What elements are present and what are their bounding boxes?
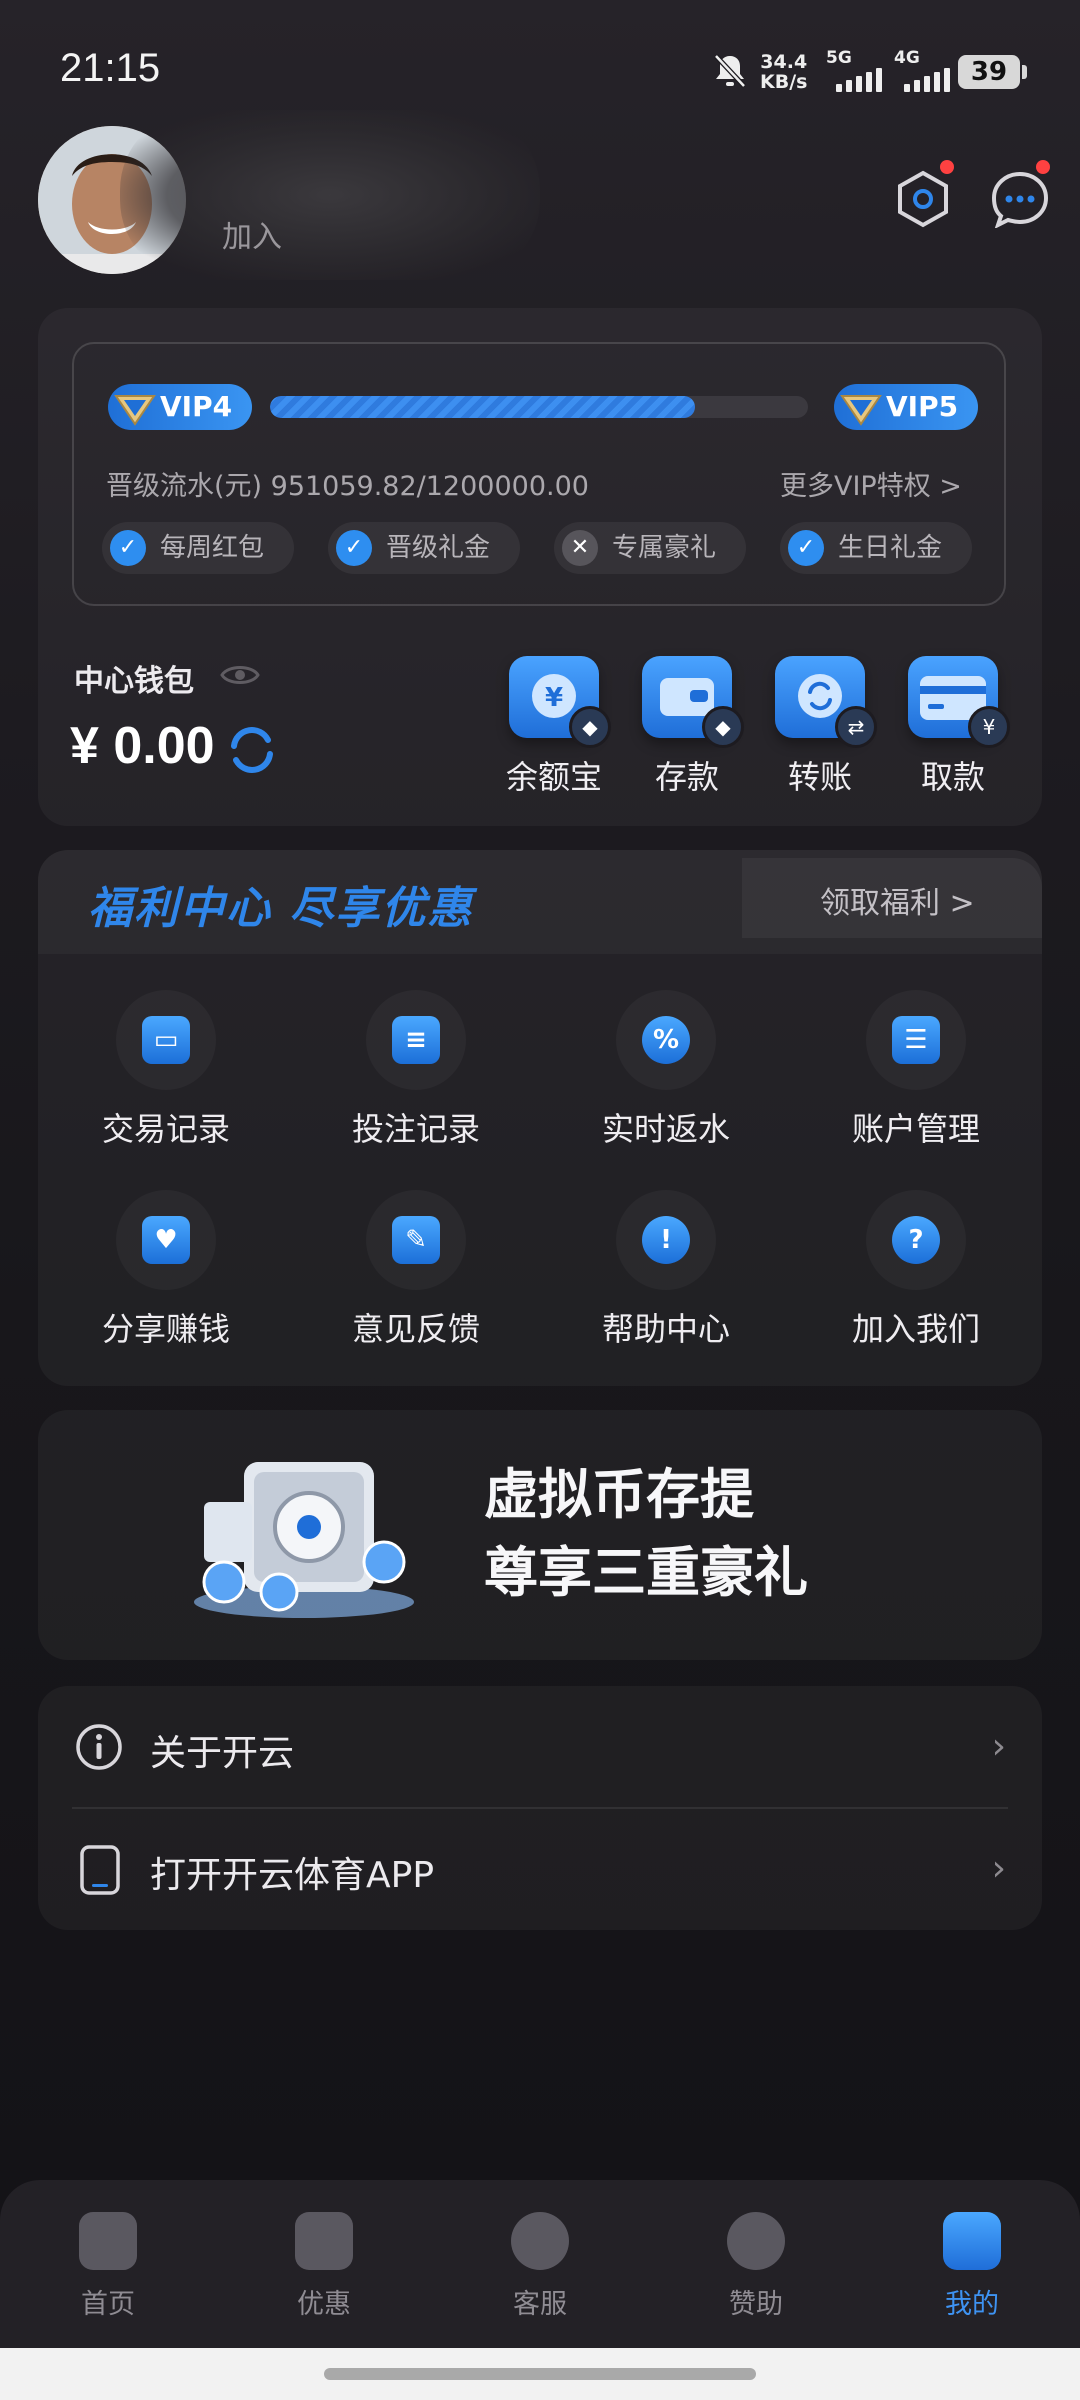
headset-icon bbox=[511, 2212, 569, 2270]
perk-birthday-bonus: ✓ 生日礼金 bbox=[780, 522, 972, 574]
vip-progress-bar bbox=[270, 396, 808, 418]
wallet-yuebao-button[interactable]: ¥ ◆ 余额宝 bbox=[495, 656, 613, 798]
safe-illustration bbox=[184, 1452, 424, 1626]
cross-icon: ✕ bbox=[562, 530, 598, 566]
grid-realtime-rebate[interactable]: % 实时返水 bbox=[576, 990, 756, 1150]
grid-transaction-records[interactable]: ▭ 交易记录 bbox=[76, 990, 256, 1150]
yuan-icon: ¥ bbox=[968, 706, 1010, 748]
perk-weekly-redpacket: ✓ 每周红包 bbox=[102, 522, 294, 574]
vip-next-badge: VIP5 bbox=[834, 384, 978, 430]
id-card-icon: ☰ bbox=[892, 1016, 940, 1064]
chat-bubble-icon bbox=[991, 171, 1049, 229]
home-icon bbox=[79, 2212, 137, 2270]
grid-join-us[interactable]: ? 加入我们 bbox=[826, 1190, 1006, 1350]
check-icon: ✓ bbox=[336, 530, 372, 566]
diamond-icon: ◆ bbox=[702, 706, 744, 748]
wallet-transfer-button[interactable]: ⇄ 转账 bbox=[761, 656, 879, 798]
chevron-right-icon: › bbox=[991, 1726, 1006, 1767]
grid-bet-records[interactable]: ≡ 投注记录 bbox=[326, 990, 506, 1150]
vip-diamond-icon bbox=[114, 395, 156, 426]
open-app-row[interactable]: 打开开云体育APP › bbox=[38, 1808, 1042, 1930]
percent-badge-icon: % bbox=[642, 1016, 690, 1064]
wallet-balance: ¥ 0.00 bbox=[70, 717, 215, 775]
more-vip-link[interactable]: 更多VIP特权 > bbox=[780, 464, 962, 503]
svg-text:¥: ¥ bbox=[545, 683, 563, 713]
question-icon: ? bbox=[892, 1216, 940, 1264]
card-icon: ¥ bbox=[908, 656, 1010, 748]
status-time: 21:15 bbox=[60, 46, 161, 90]
medal-icon bbox=[727, 2212, 785, 2270]
info-icon bbox=[76, 1724, 122, 1770]
net-speed: 34.4 KB/s bbox=[760, 51, 808, 93]
battery-indicator: 39 bbox=[958, 55, 1027, 89]
chevron-right-icon: › bbox=[991, 1848, 1006, 1889]
notification-dot bbox=[940, 160, 954, 174]
swap-icon: ⇄ bbox=[835, 706, 877, 748]
gift-icon bbox=[295, 2212, 353, 2270]
signal-5g-icon: 5G bbox=[826, 48, 886, 92]
wallet-withdraw-button[interactable]: ¥ 取款 bbox=[894, 656, 1012, 798]
nav-home[interactable]: 首页 bbox=[38, 2212, 178, 2321]
vip-flow-text: 晋级流水(元) 951059.82/1200000.00 bbox=[106, 471, 589, 502]
eye-icon[interactable] bbox=[220, 662, 260, 692]
refresh-icon[interactable] bbox=[226, 724, 278, 780]
check-icon: ✓ bbox=[110, 530, 146, 566]
heart-handshake-icon: ♥ bbox=[142, 1216, 190, 1264]
nav-mine[interactable]: 我的 bbox=[902, 2212, 1042, 2321]
grid-share-earn[interactable]: ♥ 分享赚钱 bbox=[76, 1190, 256, 1350]
signal-4g-icon: 4G bbox=[894, 48, 954, 92]
perk-promotion-bonus: ✓ 晋级礼金 bbox=[328, 522, 520, 574]
grid-help-center[interactable]: ! 帮助中心 bbox=[576, 1190, 756, 1350]
vip-progress-fill bbox=[270, 396, 696, 418]
message-button[interactable] bbox=[990, 160, 1050, 229]
feedback-edit-icon: ✎ bbox=[392, 1216, 440, 1264]
grid-feedback[interactable]: ✎ 意见反馈 bbox=[326, 1190, 506, 1350]
diamond-icon: ◆ bbox=[569, 706, 611, 748]
profile-icon bbox=[943, 2212, 1001, 2270]
phone-icon bbox=[80, 1845, 120, 1895]
nav-promotions[interactable]: 优惠 bbox=[254, 2212, 394, 2321]
exclamation-icon: ! bbox=[642, 1216, 690, 1264]
vip-current-badge: VIP4 bbox=[108, 384, 252, 430]
grid-account-management[interactable]: ☰ 账户管理 bbox=[826, 990, 1006, 1150]
username-fragment: 加入 bbox=[222, 220, 282, 255]
welfare-claim-link[interactable]: 领取福利 > bbox=[820, 878, 975, 922]
banner-headline: 虚拟币存提 尊享三重豪礼 bbox=[484, 1463, 808, 1604]
calendar-bet-icon: ≡ bbox=[392, 1016, 440, 1064]
settings-button[interactable] bbox=[894, 160, 954, 228]
hexagon-settings-icon bbox=[898, 170, 948, 228]
home-indicator[interactable] bbox=[324, 2368, 756, 2380]
perk-exclusive-gift: ✕ 专属豪礼 bbox=[554, 522, 746, 574]
wallet-deposit-button[interactable]: ◆ 存款 bbox=[628, 656, 746, 798]
nav-sponsorship[interactable]: 赞助 bbox=[686, 2212, 826, 2321]
transfer-icon: ⇄ bbox=[775, 656, 877, 748]
welfare-title: 福利中心 尽享优惠 bbox=[88, 883, 474, 934]
wallet-record-icon: ▭ bbox=[142, 1016, 190, 1064]
yuan-coin-icon: ¥ ◆ bbox=[509, 656, 611, 748]
about-row[interactable]: 关于开云 › bbox=[38, 1686, 1042, 1808]
wallet-label: 中心钱包 bbox=[74, 664, 194, 699]
nav-customer-service[interactable]: 客服 bbox=[470, 2212, 610, 2321]
vip-diamond-icon bbox=[840, 395, 882, 426]
mute-icon bbox=[712, 52, 748, 94]
wallet-icon: ◆ bbox=[642, 656, 744, 748]
notification-dot bbox=[1036, 160, 1050, 174]
check-icon: ✓ bbox=[788, 530, 824, 566]
username-blur bbox=[120, 110, 540, 280]
